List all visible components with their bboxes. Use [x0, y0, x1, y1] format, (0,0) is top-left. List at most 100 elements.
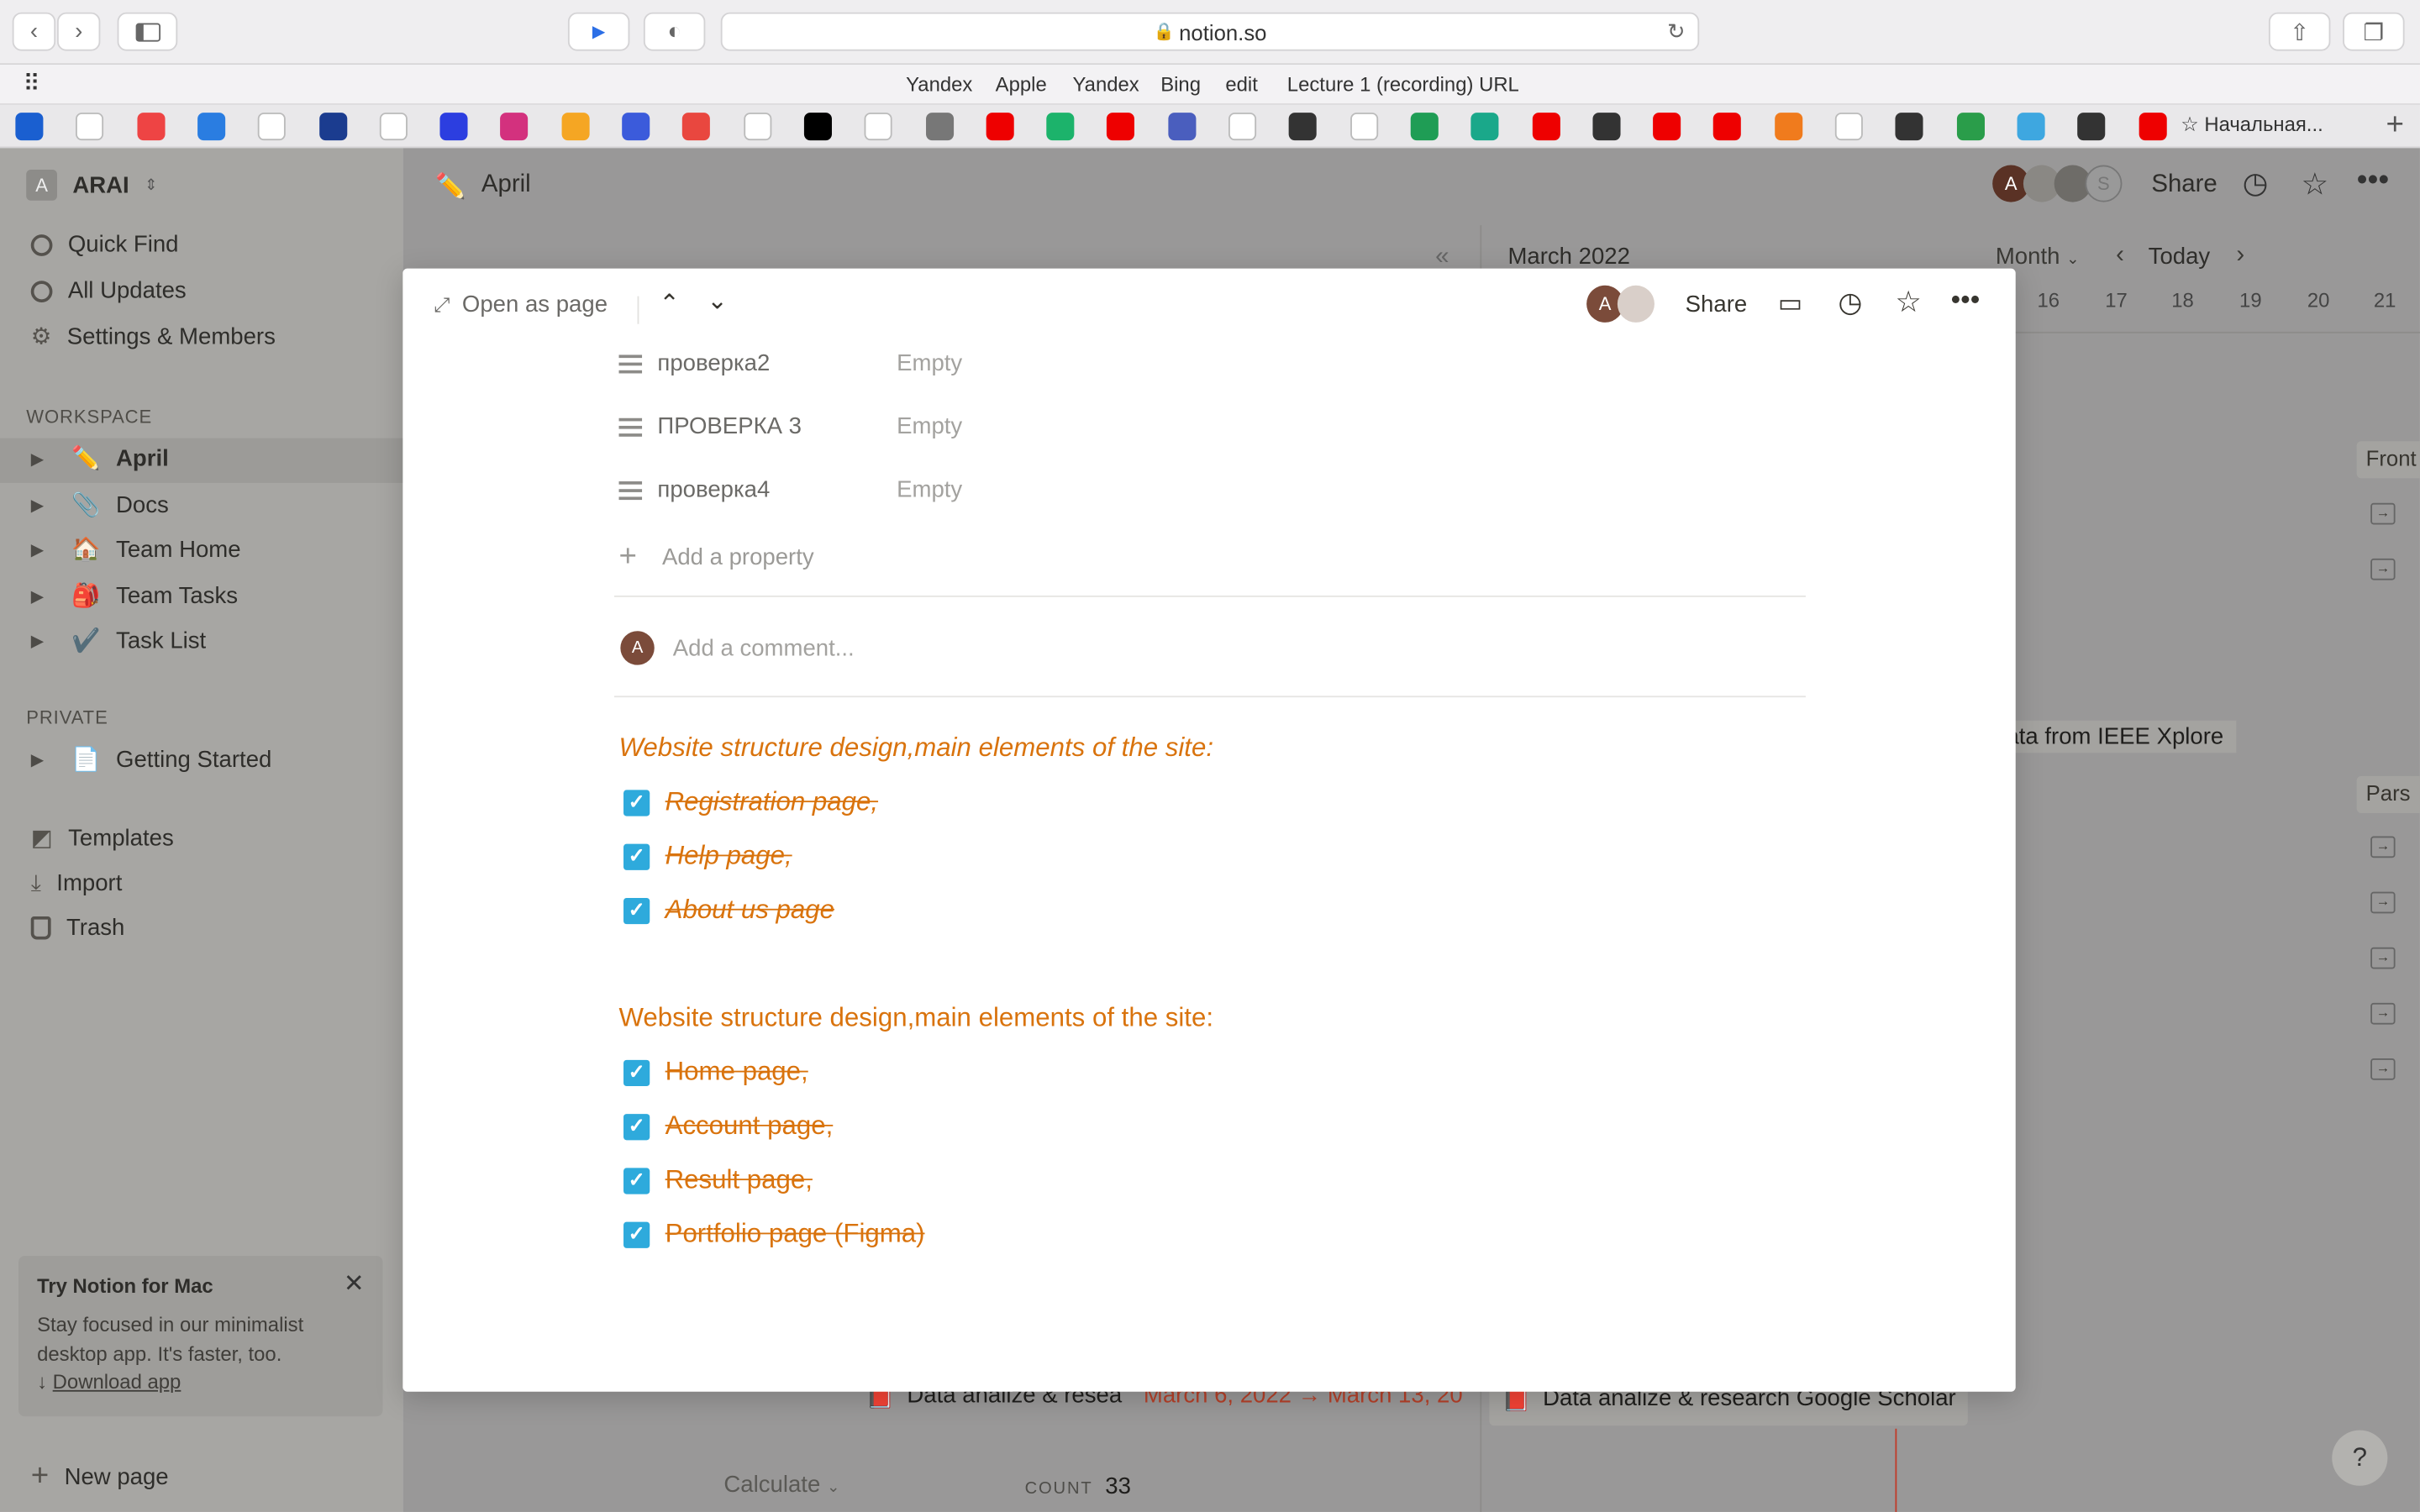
favorite-link[interactable]: Yandex: [1073, 72, 1139, 96]
workspace-switcher[interactable]: A ARAI ⇕: [26, 170, 157, 201]
sidebar-item-task-list[interactable]: ▶ ✔️ Task List: [31, 627, 206, 654]
sidebar-item-docs[interactable]: ▶ 📎 Docs: [31, 491, 169, 518]
settings-members[interactable]: ⚙ Settings & Members: [31, 323, 276, 350]
tab-favicon[interactable]: [1896, 113, 1924, 141]
forward-button[interactable]: ›: [56, 12, 101, 51]
tab-favicon[interactable]: [15, 113, 44, 141]
property-row[interactable]: проверка2 Empty: [618, 350, 962, 376]
arrow-right-icon[interactable]: →: [2370, 1058, 2396, 1080]
next-month-icon[interactable]: ›: [2236, 242, 2244, 270]
sidebar-item-getting-started[interactable]: ▶ 📄 Getting Started: [31, 745, 272, 773]
address-bar[interactable]: 🔒 notion.so ↻: [720, 12, 1700, 51]
prev-month-icon[interactable]: ‹: [2116, 242, 2124, 270]
sidebar-import[interactable]: ⤓ Import: [31, 870, 123, 896]
add-property-button[interactable]: + Add a property: [619, 540, 814, 575]
favorite-link[interactable]: Yandex: [906, 72, 972, 96]
todo-item[interactable]: ✓ Help page,: [623, 841, 792, 872]
favorite-link[interactable]: Lecture 1 (recording) URL: [1287, 72, 1519, 96]
sidebar-item-team-home[interactable]: ▶ 🏠 Team Home: [31, 535, 241, 563]
tab-favicon[interactable]: [76, 113, 104, 141]
tab-favicon[interactable]: [682, 113, 711, 141]
tab-favicon[interactable]: [986, 113, 1014, 141]
favorite-link[interactable]: edit: [1225, 72, 1258, 96]
tab-favicon[interactable]: [379, 113, 408, 141]
tab-favicon[interactable]: [1470, 113, 1499, 141]
calendar-card[interactable]: Pars: [2356, 775, 2420, 813]
star-icon[interactable]: ☆: [2302, 165, 2329, 204]
property-value[interactable]: Empty: [897, 350, 962, 376]
back-button[interactable]: ‹: [12, 12, 56, 51]
share-button[interactable]: Share: [2151, 171, 2217, 199]
tab-favicon[interactable]: [560, 113, 590, 141]
close-icon[interactable]: ✕: [344, 1268, 365, 1299]
privacy-button[interactable]: ◐: [643, 12, 706, 51]
tab-favicon[interactable]: [622, 113, 650, 141]
tab-favicon[interactable]: [925, 113, 954, 141]
chevron-up-icon[interactable]: ⌃: [659, 288, 680, 319]
tab-favicon[interactable]: [1653, 113, 1681, 141]
all-updates[interactable]: All Updates: [30, 278, 187, 304]
tab-favicon[interactable]: [1228, 113, 1257, 141]
tab-favicon[interactable]: [1410, 113, 1439, 141]
help-button[interactable]: ?: [2332, 1430, 2388, 1486]
tab-favicon[interactable]: [1046, 113, 1075, 141]
checkbox-checked-icon[interactable]: ✓: [623, 1113, 650, 1140]
todo-item[interactable]: ✓ Registration page,: [623, 787, 878, 818]
calculate-dropdown[interactable]: Calculate ⌄: [723, 1472, 839, 1498]
tab-favicon[interactable]: [136, 113, 165, 141]
tab-favicon[interactable]: [439, 113, 468, 141]
media-button[interactable]: ▶: [567, 12, 630, 51]
calendar-card[interactable]: Front: [2356, 441, 2420, 479]
todo-item[interactable]: ✓ Home page,: [623, 1057, 808, 1088]
more-icon[interactable]: •••: [1951, 284, 1981, 317]
sidebar-toggle-button[interactable]: [117, 12, 178, 51]
sidebar-item-team-tasks[interactable]: ▶ 🎒 Team Tasks: [31, 581, 238, 609]
chevron-down-icon[interactable]: ⌄: [707, 286, 728, 317]
tab-favicon[interactable]: [2017, 113, 2045, 141]
arrow-right-icon[interactable]: →: [2370, 1002, 2396, 1025]
todo-item[interactable]: ✓ Result page,: [623, 1165, 813, 1196]
open-as-page-button[interactable]: ⤢ Open as page: [434, 291, 608, 318]
star-icon[interactable]: ☆: [1895, 286, 1921, 321]
sidebar-templates[interactable]: ◩ Templates: [31, 824, 174, 852]
tab-favicon[interactable]: [743, 113, 771, 141]
checkbox-checked-icon[interactable]: ✓: [623, 1221, 650, 1247]
page-breadcrumb[interactable]: ✏️ April: [435, 171, 531, 202]
comment-box[interactable]: A Add a comment...: [620, 631, 855, 665]
todo-item[interactable]: ✓ Account page,: [623, 1110, 833, 1142]
tab-favicon[interactable]: [318, 113, 347, 141]
share-browser-button[interactable]: ⇧: [2268, 12, 2331, 51]
tab-favicon[interactable]: [803, 113, 832, 141]
favorite-link[interactable]: Apple: [996, 72, 1047, 96]
arrow-right-icon[interactable]: →: [2370, 502, 2396, 525]
arrow-right-icon[interactable]: →: [2370, 836, 2396, 858]
tab-favicon[interactable]: [1349, 113, 1378, 141]
property-value[interactable]: Empty: [897, 477, 962, 503]
tabs-overview-button[interactable]: ❐: [2343, 12, 2405, 51]
new-page-button[interactable]: + New page: [31, 1460, 169, 1495]
tab-favicon[interactable]: [1167, 113, 1196, 141]
download-app-link[interactable]: ↓ Download app: [37, 1370, 181, 1394]
todo-item[interactable]: ✓ About us page: [623, 895, 834, 926]
checkbox-checked-icon[interactable]: ✓: [623, 1167, 650, 1194]
tab-favicon[interactable]: [1834, 113, 1863, 141]
checkbox-checked-icon[interactable]: ✓: [623, 843, 650, 869]
tab-favicon[interactable]: [258, 113, 287, 141]
clock-icon[interactable]: ◷: [1839, 287, 1863, 320]
tab-label[interactable]: ☆ Начальная...: [2181, 113, 2323, 137]
sidebar-trash[interactable]: Trash: [30, 915, 124, 941]
tab-favicon[interactable]: [1289, 113, 1318, 141]
tab-favicon[interactable]: [1531, 113, 1560, 141]
comment-input[interactable]: Add a comment...: [673, 635, 855, 661]
tab-favicon[interactable]: [864, 113, 892, 141]
tab-favicon[interactable]: [1713, 113, 1742, 141]
comment-icon[interactable]: ▭: [1778, 288, 1803, 319]
tab-favicon[interactable]: [1107, 113, 1135, 141]
checkbox-checked-icon[interactable]: ✓: [623, 897, 650, 924]
view-select[interactable]: Month ⌄: [1996, 244, 2080, 270]
tab-favicon[interactable]: [197, 113, 225, 141]
arrow-right-icon[interactable]: →: [2370, 558, 2396, 580]
tab-favicon[interactable]: [500, 113, 529, 141]
more-icon[interactable]: •••: [2357, 164, 2390, 199]
arrow-right-icon[interactable]: →: [2370, 947, 2396, 969]
